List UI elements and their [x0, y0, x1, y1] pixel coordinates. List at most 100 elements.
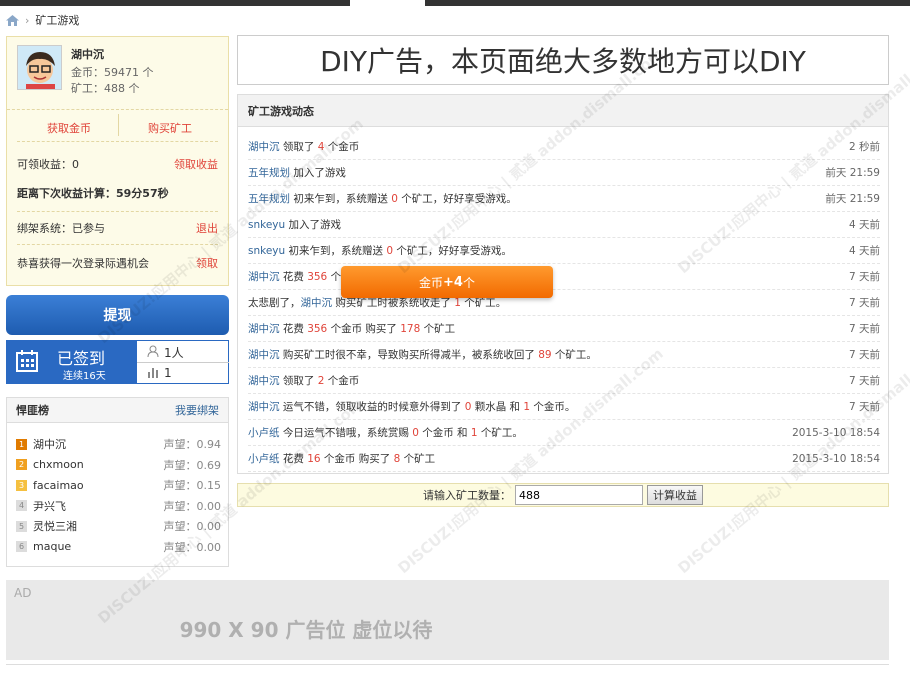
rank-badge: 4 [16, 500, 27, 511]
user-actions: 获取金币 购买矿工 [7, 109, 228, 141]
ranking-row[interactable]: 2 chxmoon 声望：0.69 [16, 457, 221, 473]
ad-label: AD [14, 586, 32, 600]
feed-user-link[interactable]: 五年规划 [248, 167, 290, 179]
activity-feed: 矿工游戏动态 湖中沉 领取了 4 个金币 2 秒前 五年规划 加入了游戏 前天 21:… [237, 94, 889, 474]
feed-phrase: 个矿工 [400, 453, 436, 465]
feed-phrase: 加入了游戏 [285, 219, 342, 231]
ranking-header: 悍匪榜 我要绑架 [7, 398, 228, 423]
feed-user-link[interactable]: 湖中沉 [248, 349, 280, 361]
signin-panel: 已签到 连续16天 1人 1 [6, 340, 229, 384]
avatar[interactable] [17, 45, 62, 90]
feed-time: 7 天前 [848, 375, 880, 387]
lottery-label: 恭喜获得一次登录际遇机会 [17, 257, 149, 270]
feed-item: snkeyu 初来乍到，系统赠送 0 个矿工，好好享受游戏。 4 天前 [248, 238, 880, 264]
miner-count-input[interactable] [515, 485, 643, 505]
feed-item: 湖中沉 花费 356 个金币 购买了 178 个矿工 7 天前 [248, 316, 880, 342]
bar-chart-icon [147, 366, 159, 381]
feed-phrase: 个金币 购买了 [320, 453, 394, 465]
feed-text: 湖中沉 领取了 2 个金币 [248, 373, 359, 388]
user-icon [147, 345, 159, 360]
get-gold-link[interactable]: 获取金币 [47, 120, 91, 136]
rank-reputation: 声望：0.00 [163, 540, 222, 554]
feed-text: 湖中沉 花费 356 个金币 购买了 178 个矿工 [248, 321, 455, 336]
feed-text: snkeyu 初来乍到，系统赠送 0 个矿工，好好享受游戏。 [248, 243, 512, 258]
feed-time: 4 天前 [848, 219, 880, 231]
feed-user-link[interactable]: 小卢纸 [248, 453, 280, 465]
home-icon[interactable] [6, 14, 19, 26]
calc-button[interactable]: 计算收益 [647, 485, 703, 505]
rank-reputation: 声望：0.15 [163, 479, 222, 492]
feed-item: 五年规划 加入了游戏 前天 21:59 [248, 160, 880, 186]
user-name[interactable]: 湖中沉 [71, 46, 104, 62]
feed-phrase: 初来乍到，系统赠送 [285, 245, 387, 257]
feed-user-link[interactable]: 湖中沉 [248, 141, 280, 153]
signin-rank: 1 [147, 363, 172, 383]
feed-user-link[interactable]: 五年规划 [248, 193, 290, 205]
divider [118, 114, 119, 136]
ranking-row[interactable]: 3 facaimao 声望：0.15 [16, 477, 221, 493]
feed-item: 湖中沉 领取了 4 个金币 2 秒前 [248, 134, 880, 160]
ad-text: 990 X 90 广告位 虚位以待 [179, 618, 433, 642]
rank-name[interactable]: maque [33, 540, 164, 553]
feed-number: 1 [454, 297, 461, 309]
feed-phrase: 个矿工。 [551, 349, 597, 361]
feed-phrase: 个金币 和 [418, 427, 471, 439]
feed-text: 小卢纸 花费 16 个金币 购买了 8 个矿工 [248, 451, 435, 466]
ranking-row[interactable]: 1 湖中沉 声望：0.94 [16, 436, 221, 452]
feed-time: 7 天前 [848, 271, 880, 283]
divider [17, 141, 218, 142]
signin-button[interactable]: 已签到 连续16天 [7, 341, 137, 383]
rank-badge: 3 [16, 479, 27, 491]
feed-user-link[interactable]: snkeyu [248, 245, 285, 257]
feed-phrase: 太悲剧了， [248, 297, 301, 309]
feed-user-link[interactable]: 湖中沉 [248, 323, 280, 335]
rank-name[interactable]: chxmoon [33, 458, 164, 471]
ranking-row[interactable]: 4 尹兴飞 声望：0.00 [16, 498, 221, 514]
ad-banner[interactable]: AD 990 X 90 广告位 虚位以待 [6, 580, 889, 660]
feed-text: 湖中沉 领取了 4 个金币 [248, 139, 359, 154]
feed-user-link[interactable]: 小卢纸 [248, 427, 280, 439]
feed-user-link[interactable]: 湖中沉 [248, 375, 280, 387]
lottery-claim-link[interactable]: 领取 [196, 255, 218, 271]
gang-exit-link[interactable]: 退出 [196, 220, 218, 236]
feed-phrase: 加入了游戏 [290, 167, 346, 179]
feed-number: 0 [412, 427, 419, 439]
feed-phrase: 个金币 [324, 375, 360, 387]
buy-miner-link[interactable]: 购买矿工 [148, 120, 192, 136]
feed-item: snkeyu 加入了游戏 4 天前 [248, 212, 880, 238]
withdraw-button[interactable]: 提现 [6, 295, 229, 335]
feed-user-link[interactable]: 湖中沉 [248, 401, 280, 413]
calc-label: 请输入矿工数量： [423, 489, 511, 502]
feed-phrase: 初来乍到，系统赠送 [290, 193, 392, 205]
signin-people: 1人 [147, 342, 184, 362]
rank-badge: 6 [16, 541, 27, 552]
rank-reputation: 声望：0.00 [163, 499, 222, 513]
feed-phrase: 个矿工，好好享受游戏。 [393, 245, 512, 257]
feed-number: 0 [391, 193, 398, 205]
feed-phrase: 花费 [279, 271, 308, 283]
ranking-row[interactable]: 6 maque 声望：0.00 [16, 539, 221, 555]
divider [17, 244, 218, 245]
feed-user-link[interactable]: 湖中沉 [301, 297, 333, 309]
claim-button[interactable]: 领取收益 [174, 156, 218, 172]
rank-name[interactable]: 湖中沉 [33, 436, 164, 452]
feed-user-link[interactable]: snkeyu [248, 219, 285, 231]
countdown-text: 距离下次收益计算：59分57秒 [17, 187, 169, 200]
rank-reputation: 声望：0.69 [163, 458, 222, 472]
kidnap-link[interactable]: 我要绑架 [175, 402, 219, 418]
rank-reputation: 声望：0.94 [163, 438, 222, 451]
feed-time: 前天 21:59 [825, 193, 880, 205]
feed-item: 湖中沉 运气不错，领取收益的时候意外得到了 0 颗水晶 和 1 个金币。 7 天前 [248, 394, 880, 420]
rank-name[interactable]: 灵悦三湘 [33, 518, 164, 534]
rank-name[interactable]: facaimao [33, 479, 164, 492]
feed-phrase: 个金币 购买了 [327, 323, 401, 335]
feed-phrase: 花费 [279, 453, 308, 465]
feed-phrase: 个矿工 [420, 323, 456, 335]
rank-reputation: 声望：0.00 [163, 520, 222, 533]
rank-name[interactable]: 尹兴飞 [33, 498, 164, 514]
breadcrumb-current: 矿工游戏 [35, 14, 80, 27]
feed-text: 湖中沉 花费 356 个 [248, 269, 341, 284]
feed-user-link[interactable]: 湖中沉 [248, 271, 280, 283]
claimable-row: 可领收益：0 领取收益 [17, 154, 218, 174]
ranking-row[interactable]: 5 灵悦三湘 声望：0.00 [16, 518, 221, 534]
